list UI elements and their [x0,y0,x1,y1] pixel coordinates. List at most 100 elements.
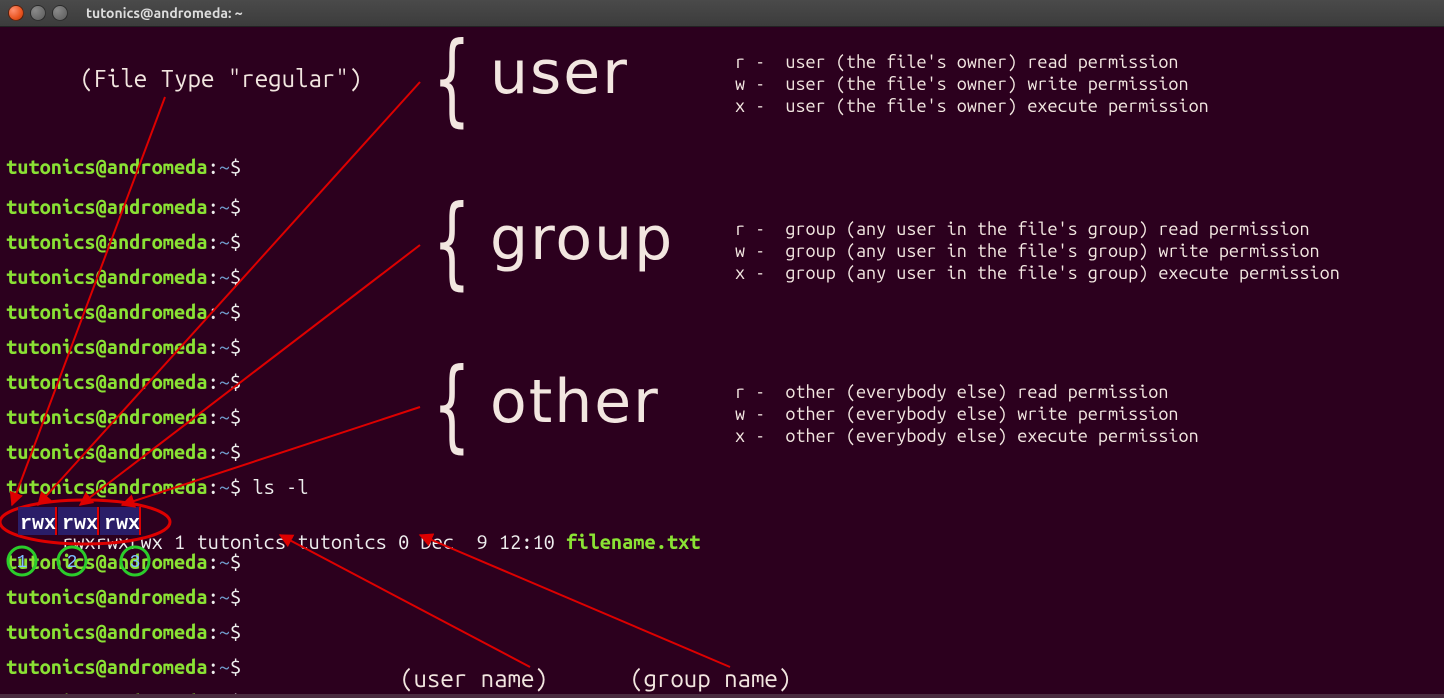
label-user: user [490,43,629,103]
legend-group-w: w - group (any user in the file's group)… [735,242,1320,260]
prompt-symbol: $ [230,230,241,253]
prompt-symbol: $ [230,405,241,428]
prompt-line: tutonics@andromeda:~$ [6,267,241,287]
perm-user: rwx [62,530,96,553]
prompt-colon: : [208,195,219,218]
horizontal-scrollbar[interactable] [0,694,1444,698]
prompt-user-host: tutonics@andromeda [6,440,208,463]
prompt-user-host: tutonics@andromeda [6,405,208,428]
terminal-area[interactable]: tutonics@andromeda:~$tutonics@andromeda:… [0,27,1444,698]
prompt-user-host: tutonics@andromeda [6,655,208,678]
note-filetype: (File Type "regular") [80,67,362,91]
prompt-symbol: $ [230,655,241,678]
prompt-colon: : [208,265,219,288]
prompt-line: tutonics@andromeda:~$ ls -l [6,477,308,497]
prompt-path: ~ [219,475,230,498]
prompt-line: tutonics@andromeda:~$ [6,622,241,642]
prompt-line: tutonics@andromeda:~$ [6,337,241,357]
prompt-path: ~ [219,370,230,393]
prompt-symbol: $ [230,440,241,463]
prompt-line: tutonics@andromeda:~$ [6,372,241,392]
prompt-user-host: tutonics@andromeda [6,370,208,393]
prompt-colon: : [208,475,219,498]
prompt-path: ~ [219,230,230,253]
prompt-line: tutonics@andromeda:~$ [6,407,241,427]
prompt-user-host: tutonics@andromeda [6,300,208,323]
perm-group: rwx [96,530,130,553]
prompt-colon: : [208,405,219,428]
prompt-user-host: tutonics@andromeda [6,265,208,288]
prompt-path: ~ [219,335,230,358]
prompt-symbol: $ [230,265,241,288]
brace-icon: { [433,355,471,455]
label-group: group [490,209,674,269]
file-date: Dec 9 12:10 [420,530,554,553]
brace-icon: { [433,192,471,292]
ls-output-line: -rwxrwxrwx 1 tutonics tutonics 0 Dec 9 1… [6,512,701,572]
file-size: 0 [398,530,409,553]
prompt-symbol: $ [230,195,241,218]
legend-user-x: x - user (the file's owner) execute perm… [735,97,1209,115]
link-count: 1 [174,530,185,553]
prompt-path: ~ [219,300,230,323]
prompt-user-host: tutonics@andromeda [6,155,208,178]
prompt-line: tutonics@andromeda:~$ [6,587,241,607]
legend-group-x: x - group (any user in the file's group)… [735,264,1340,282]
brace-icon: { [433,29,471,129]
prompt-path: ~ [219,585,230,608]
close-icon[interactable] [8,5,24,21]
group-name-value: tutonics [297,530,387,553]
prompt-path: ~ [219,405,230,428]
maximize-icon[interactable] [52,5,68,21]
prompt-path: ~ [219,155,230,178]
prompt-symbol: $ [230,370,241,393]
prompt-symbol: $ [230,155,241,178]
prompt-path: ~ [219,620,230,643]
prompt-line: tutonics@andromeda:~$ [6,657,241,677]
prompt-line: tutonics@andromeda:~$ [6,442,241,462]
prompt-path: ~ [219,655,230,678]
prompt-symbol: $ [230,300,241,323]
minimize-icon[interactable] [30,5,46,21]
prompt-colon: : [208,585,219,608]
file-type-char: - [51,530,62,553]
prompt-colon: : [208,440,219,463]
legend-other-w: w - other (everybody else) write permiss… [735,405,1179,423]
perm-other: rwx [129,530,163,553]
prompt-line: tutonics@andromeda:~$ [6,157,241,177]
window-title: tutonics@andromeda: ~ [86,5,243,21]
prompt-user-host: tutonics@andromeda [6,620,208,643]
prompt-line: tutonics@andromeda:~$ [6,232,241,252]
window-titlebar: tutonics@andromeda: ~ [0,0,1444,27]
prompt-colon: : [208,230,219,253]
command-text: ls -l [252,475,308,498]
prompt-path: ~ [219,265,230,288]
prompt-colon: : [208,300,219,323]
prompt-colon: : [208,335,219,358]
owner-name: tutonics [196,530,286,553]
file-name: filename.txt [566,530,700,553]
prompt-symbol: $ [230,335,241,358]
prompt-line: tutonics@andromeda:~$ [6,197,241,217]
prompt-colon: : [208,155,219,178]
prompt-line: tutonics@andromeda:~$ [6,302,241,322]
note-groupname: (group name) [630,667,791,691]
legend-user-w: w - user (the file's owner) write permis… [735,75,1189,93]
prompt-user-host: tutonics@andromeda [6,475,208,498]
prompt-user-host: tutonics@andromeda [6,585,208,608]
prompt-user-host: tutonics@andromeda [6,195,208,218]
prompt-user-host: tutonics@andromeda [6,335,208,358]
prompt-colon: : [208,620,219,643]
prompt-user-host: tutonics@andromeda [6,230,208,253]
legend-user-r: r - user (the file's owner) read permiss… [735,53,1179,71]
label-other: other [490,372,660,432]
prompt-path: ~ [219,195,230,218]
prompt-symbol: $ [230,620,241,643]
prompt-symbol: $ [230,585,241,608]
prompt-path: ~ [219,440,230,463]
prompt-symbol: $ [230,475,241,498]
prompt-colon: : [208,655,219,678]
note-username: (user name) [400,667,548,691]
legend-other-x: x - other (everybody else) execute permi… [735,427,1199,445]
prompt-colon: : [208,370,219,393]
